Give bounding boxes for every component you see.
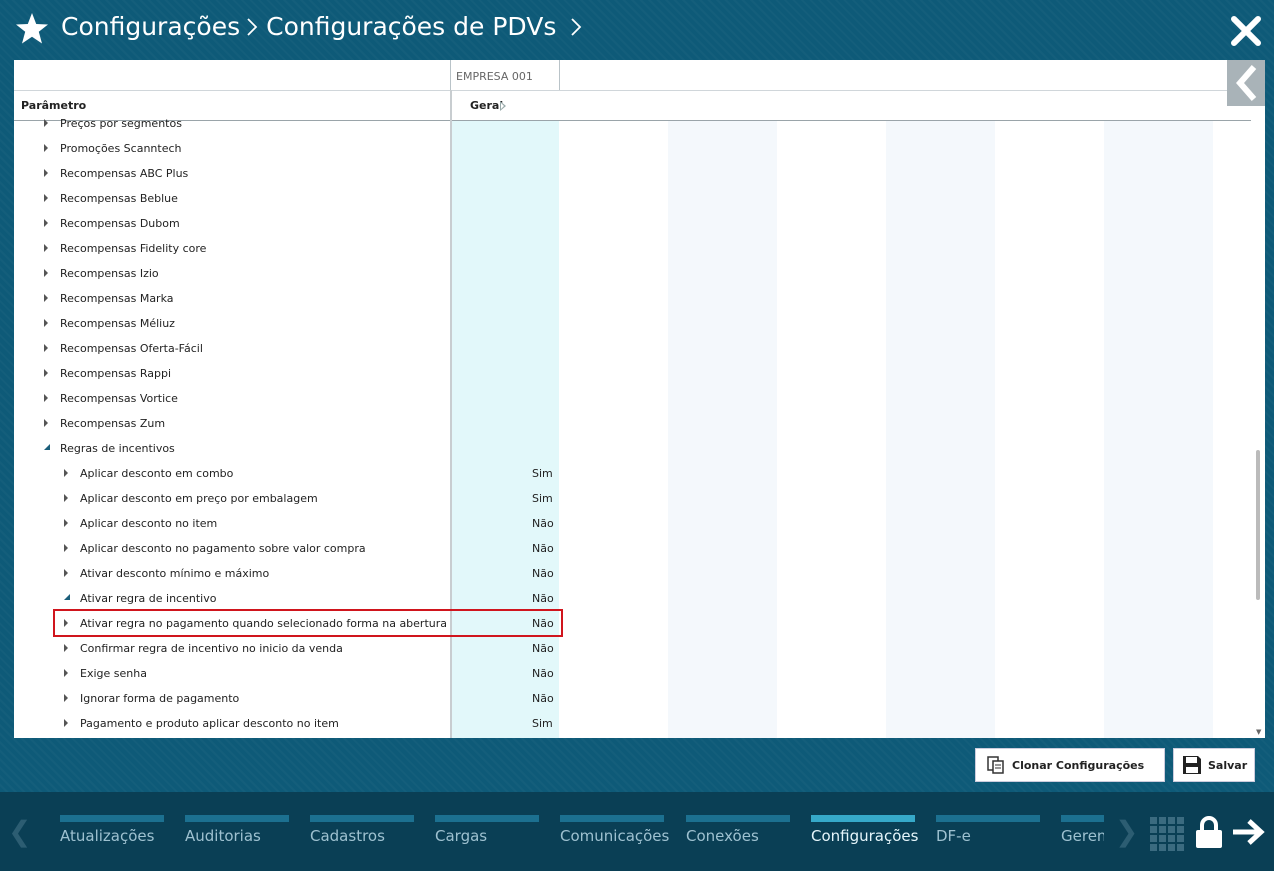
tab-label: Cadastros xyxy=(310,827,385,845)
collapse-panel-button[interactable] xyxy=(1227,60,1265,106)
nav-tab[interactable]: Gerenciamento xyxy=(1061,815,1104,855)
vertical-scrollbar[interactable] xyxy=(1253,121,1263,738)
logout-arrow-icon[interactable] xyxy=(1231,818,1265,846)
column-band xyxy=(1104,121,1213,738)
tab-indicator xyxy=(686,815,790,822)
tab-label: Conexões xyxy=(686,827,759,845)
tab-label: Comunicações xyxy=(560,827,670,845)
nav-tab[interactable]: Auditorias xyxy=(185,815,289,855)
save-button[interactable]: Salvar xyxy=(1173,748,1255,782)
nav-tab[interactable]: Comunicações xyxy=(560,815,669,855)
tab-indicator xyxy=(435,815,539,822)
tab-label: Gerenciamento xyxy=(1061,827,1104,845)
tab-label: Configurações xyxy=(811,827,919,845)
close-icon[interactable] xyxy=(1230,15,1262,47)
tab-label: Atualizações xyxy=(60,827,155,845)
tab-indicator xyxy=(936,815,1040,822)
floppy-disk-icon xyxy=(1183,756,1201,774)
nav-tab[interactable]: DF-e xyxy=(936,815,1040,855)
grid-menu-icon[interactable] xyxy=(1150,817,1184,851)
save-label: Salvar xyxy=(1208,758,1248,772)
tab-indicator xyxy=(811,815,915,822)
tab-label: Cargas xyxy=(435,827,488,845)
nav-tab[interactable]: Configurações xyxy=(811,815,919,855)
tab-indicator xyxy=(60,815,164,822)
tab-indicator xyxy=(560,815,664,822)
tab-indicator xyxy=(185,815,289,822)
tab-indicator xyxy=(310,815,414,822)
nav-tab[interactable]: Conexões xyxy=(686,815,790,855)
bottom-tabs: Atualizações Auditorias Cadastros Cargas Com… xyxy=(0,0,1104,871)
chevron-left-icon xyxy=(1236,65,1257,101)
scroll-down-icon[interactable]: ▼ xyxy=(1256,728,1261,736)
lock-icon[interactable] xyxy=(1194,815,1224,849)
tab-indicator xyxy=(1061,815,1104,822)
tab-label: Auditorias xyxy=(185,827,261,845)
nav-next-icon[interactable]: ❯ xyxy=(1115,815,1138,848)
nav-tab[interactable]: Cargas xyxy=(435,815,539,855)
scrollbar-thumb[interactable] xyxy=(1256,450,1260,600)
nav-tab[interactable]: Cadastros xyxy=(310,815,414,855)
tab-label: DF-e xyxy=(936,827,971,845)
nav-tab[interactable]: Atualizações xyxy=(60,815,164,855)
